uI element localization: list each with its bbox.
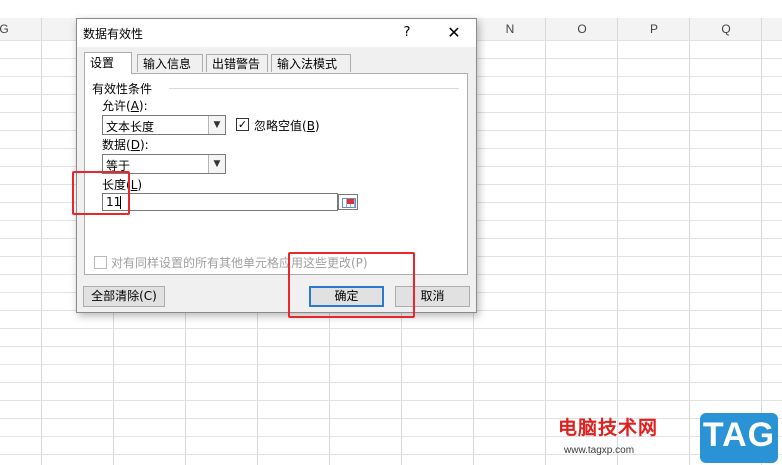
dialog-titlebar[interactable]: 数据有效性 ? ✕ bbox=[77, 19, 476, 47]
length-input[interactable]: 11 bbox=[102, 193, 338, 211]
ignore-blank-label: 忽略空值(B) bbox=[254, 119, 320, 133]
column-gridline bbox=[617, 18, 618, 465]
column-gridline bbox=[545, 18, 546, 465]
row-gridline bbox=[0, 364, 782, 365]
close-button[interactable]: ✕ bbox=[439, 21, 469, 45]
data-label: 数据(D): bbox=[102, 138, 149, 152]
tag-logo: TAG bbox=[700, 413, 778, 463]
row-gridline bbox=[0, 454, 782, 455]
help-button[interactable]: ? bbox=[397, 23, 417, 43]
column-gridline bbox=[689, 18, 690, 465]
column-header-p[interactable]: P bbox=[618, 18, 690, 40]
dialog-title: 数据有效性 bbox=[83, 27, 144, 41]
allow-label: 允许(A): bbox=[102, 99, 148, 113]
row-gridline bbox=[0, 382, 782, 383]
tab-settings[interactable]: 设置 bbox=[84, 52, 132, 74]
range-select-button[interactable] bbox=[338, 194, 358, 210]
apply-all-checkbox[interactable] bbox=[94, 256, 107, 269]
row-gridline bbox=[0, 346, 782, 347]
tab-error-alert[interactable]: 出错警告 bbox=[206, 54, 268, 72]
allow-select-value: 文本长度 bbox=[106, 120, 155, 134]
length-highlight-box bbox=[72, 171, 130, 215]
clear-all-button[interactable]: 全部清除(C) bbox=[83, 286, 165, 307]
settings-panel: 有效性条件 允许(A): 文本长度 ▼ ✓ 忽略空值(B) 数据(D): 等于 … bbox=[84, 73, 468, 275]
column-header-n[interactable]: N bbox=[474, 18, 546, 40]
row-gridline bbox=[0, 400, 782, 401]
tab-ime-mode[interactable]: 输入法模式 bbox=[271, 54, 351, 72]
row-gridline bbox=[0, 418, 782, 419]
data-validation-dialog: 数据有效性 ? ✕ 设置 输入信息 出错警告 输入法模式 有效性条件 允许(A)… bbox=[76, 18, 477, 313]
column-header-g[interactable]: G bbox=[0, 18, 14, 40]
chevron-down-icon: ▼ bbox=[208, 155, 225, 173]
chevron-down-icon: ▼ bbox=[208, 116, 225, 134]
row-gridline bbox=[0, 436, 782, 437]
allow-select[interactable]: 文本长度 ▼ bbox=[102, 115, 226, 135]
column-header-o[interactable]: O bbox=[546, 18, 618, 40]
column-header-q[interactable]: Q bbox=[690, 18, 762, 40]
validity-criteria-label: 有效性条件 bbox=[92, 80, 157, 97]
column-gridline bbox=[41, 18, 42, 465]
group-divider bbox=[169, 88, 459, 89]
row-gridline bbox=[0, 328, 782, 329]
column-gridline bbox=[761, 18, 762, 465]
ignore-blank-checkbox[interactable]: ✓ bbox=[236, 118, 249, 131]
watermark-url: www.tagxp.com bbox=[564, 445, 635, 456]
watermark-site-name: 电脑技术网 bbox=[558, 417, 659, 439]
tab-input-message[interactable]: 输入信息 bbox=[137, 54, 203, 72]
ok-highlight-box bbox=[288, 252, 415, 318]
